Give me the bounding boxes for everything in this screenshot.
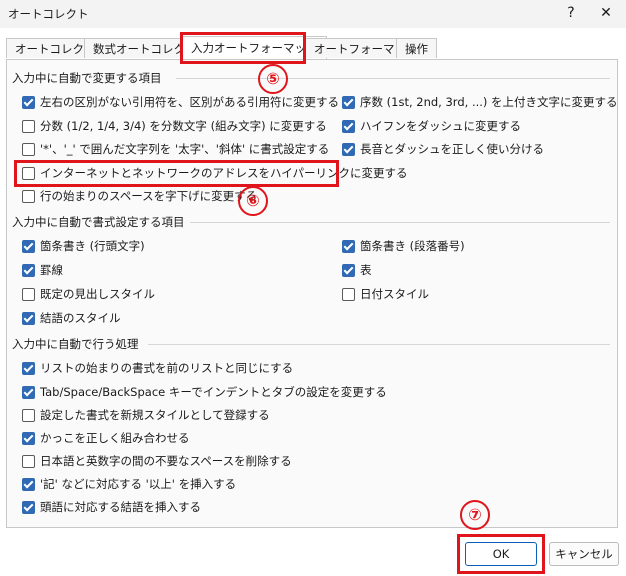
checkbox-box[interactable] [22, 501, 35, 514]
highlight-tab [180, 32, 306, 64]
cancel-button[interactable]: キャンセル [549, 542, 619, 566]
checkbox-label: 箇条書き (行頭文字) [40, 239, 145, 253]
section-rule [176, 78, 610, 79]
checkbox-box[interactable] [22, 288, 35, 301]
checkbox-label: 序数 (1st, 2nd, 3rd, ...) を上付き文字に変更する [360, 95, 618, 109]
checkbox-box[interactable] [22, 120, 35, 133]
checkbox-label: 表 [360, 263, 372, 277]
section-title-change-as-you-type: 入力中に自動で変更する項目 [12, 71, 162, 85]
checkbox-label: 行の始まりのスペースを字下げに変更する [40, 189, 258, 203]
checkbox-box[interactable] [22, 143, 35, 156]
checkbox-box[interactable] [342, 288, 355, 301]
help-icon[interactable]: ? [562, 4, 580, 22]
checkbox-box[interactable] [22, 432, 35, 445]
checkbox-label: 設定した書式を新規スタイルとして登録する [40, 408, 270, 422]
checkbox-label: '記' などに対応する '以上' を挿入する [40, 477, 237, 491]
checkbox-label: 既定の見出しスタイル [40, 287, 155, 301]
checkbox-box[interactable] [22, 455, 35, 468]
checkbox-label: 日本語と英数字の間の不要なスペースを削除する [40, 454, 292, 468]
marker-7: ⑦ [460, 500, 490, 530]
checkbox-label: リストの始まりの書式を前のリストと同じにする [40, 361, 294, 375]
checkbox-label: 左右の区別がない引用符を、区別がある引用符に変更する [40, 95, 339, 109]
section-title-format-as-you-type: 入力中に自動で書式設定する項目 [12, 215, 185, 229]
checkbox-box[interactable] [22, 190, 35, 203]
checkbox-label: 頭語に対応する結語を挿入する [40, 500, 201, 514]
checkbox-box[interactable] [22, 409, 35, 422]
checkbox-box[interactable] [342, 96, 355, 109]
checkbox-box[interactable] [342, 120, 355, 133]
checkbox-label: '*'、'_' で囲んだ文字列を '太字'、'斜体' に書式設定する [40, 142, 330, 156]
checkbox-label: 罫線 [40, 263, 63, 277]
section-title-automatic-actions: 入力中に自動で行う処理 [12, 337, 139, 351]
checkbox-label: 結語のスタイル [40, 311, 121, 325]
ok-button[interactable]: OK [465, 542, 537, 566]
section-rule [190, 222, 610, 223]
checkbox-label: かっこを正しく組み合わせる [40, 431, 190, 445]
checkbox-label: 箇条書き (段落番号) [360, 239, 465, 253]
checkbox-box[interactable] [22, 264, 35, 277]
checkbox-box[interactable] [22, 386, 35, 399]
checkbox-label: 長音とダッシュを正しく使い分ける [360, 142, 544, 156]
checkbox-box[interactable] [22, 312, 35, 325]
checkbox-label: 分数 (1/2, 1/4, 3/4) を分数文字 (組み文字) に変更する [40, 119, 327, 133]
checkbox-box[interactable] [342, 264, 355, 277]
checkbox-box[interactable] [22, 478, 35, 491]
marker-5: ⑤ [258, 64, 288, 94]
checkbox-box[interactable] [342, 143, 355, 156]
checkbox-label: 日付スタイル [360, 287, 429, 301]
checkbox-label: Tab/Space/BackSpace キーでインデントとタブの設定を変更する [40, 385, 387, 399]
title-bar: オートコレクト ? ✕ [0, 0, 626, 28]
highlight-hyperlink-option [14, 160, 339, 187]
tab-strip: オートコレクト 数式オートコレクト 入力オートフォーマット オートフォーマット … [0, 36, 626, 60]
marker-6: ⑥ [238, 186, 268, 216]
section-rule [148, 344, 610, 345]
checkbox-box[interactable] [22, 240, 35, 253]
checkbox-box[interactable] [22, 362, 35, 375]
checkbox-label: ハイフンをダッシュに変更する [360, 119, 521, 133]
window-title: オートコレクト [8, 7, 89, 21]
checkbox-box[interactable] [22, 96, 35, 109]
close-icon[interactable]: ✕ [597, 4, 615, 22]
tab-actions[interactable]: 操作 [396, 38, 437, 58]
checkbox-box[interactable] [342, 240, 355, 253]
